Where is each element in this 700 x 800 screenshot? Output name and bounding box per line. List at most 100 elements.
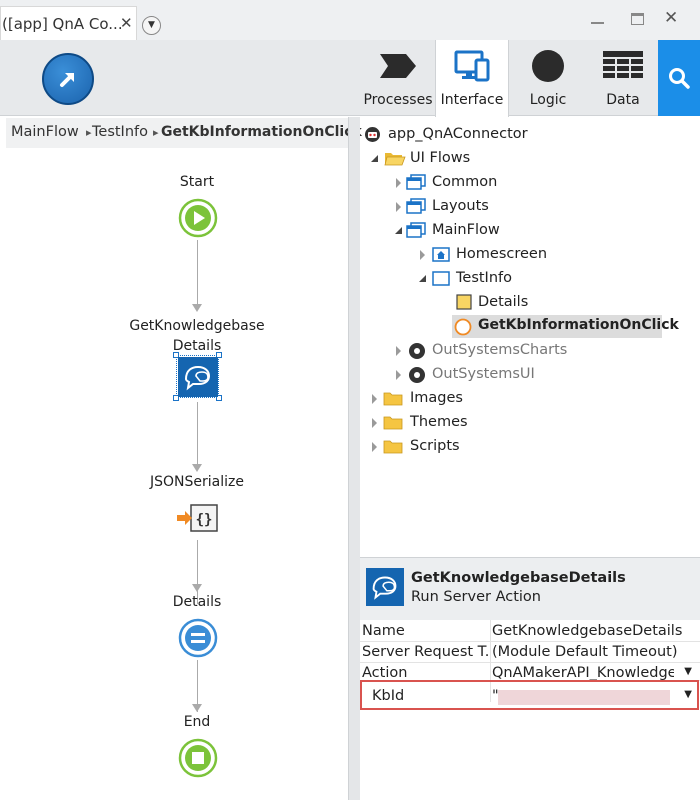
- local-variable-icon: [456, 294, 472, 310]
- properties-panel: GetKnowledgebaseDetails Run Server Actio…: [360, 557, 700, 800]
- start-node-icon[interactable]: [178, 198, 218, 238]
- tree-item-label: Images: [410, 390, 463, 406]
- tree-item-label: MainFlow: [432, 222, 500, 238]
- ui-flow-icon: [406, 174, 426, 190]
- tab-data[interactable]: Data: [587, 40, 659, 116]
- tree-item-label: TestInfo: [456, 270, 512, 286]
- tree-item-label: Scripts: [410, 438, 460, 454]
- tab-logic-label: Logic: [529, 92, 567, 108]
- breadcrumb: MainFlow ▸ TestInfo ▸ GetKbInformationOn…: [6, 118, 362, 148]
- expanded-arrow-icon[interactable]: [370, 154, 379, 163]
- tab-logic[interactable]: Logic: [512, 40, 584, 116]
- tab-interface[interactable]: Interface: [435, 40, 509, 117]
- folder-icon: [383, 416, 403, 430]
- tab-processes-label: Processes: [363, 92, 433, 108]
- end-node-icon[interactable]: [178, 738, 218, 778]
- assign-node-icon[interactable]: [178, 618, 218, 658]
- properties-header: GetKnowledgebaseDetails Run Server Actio…: [360, 558, 700, 620]
- property-key: Name: [362, 623, 405, 639]
- connector-arrow: [192, 584, 202, 592]
- server-action-node-label-line2: Details: [172, 338, 222, 354]
- properties-title: GetKnowledgebaseDetails: [411, 570, 626, 586]
- tree-item-label: GetKbInformationOnClick: [478, 317, 679, 333]
- tree-item-label: UI Flows: [410, 150, 471, 166]
- ui-flow-icon: [406, 198, 426, 214]
- properties-subtitle: Run Server Action: [411, 589, 541, 605]
- svg-text:{}: {}: [196, 512, 213, 528]
- server-action-node-icon[interactable]: [178, 357, 218, 397]
- connector-line: [197, 402, 198, 464]
- module-icon: [365, 127, 380, 142]
- breadcrumb-separator: ▸: [153, 126, 159, 139]
- screen-icon: [432, 271, 450, 286]
- tree-item-label: Homescreen: [456, 246, 548, 262]
- client-action-icon: [454, 318, 472, 336]
- server-action-node-label-line1: GetKnowledgebase: [129, 318, 265, 334]
- highlight-box: [360, 680, 699, 710]
- tab-data-label: Data: [606, 92, 640, 108]
- interface-icon: [454, 50, 490, 82]
- ui-flow-icon: [406, 222, 426, 238]
- home-screen-icon: [432, 247, 450, 262]
- connector-arrow: [192, 464, 202, 472]
- close-icon[interactable]: ✕: [120, 14, 133, 32]
- window-close-icon[interactable]: ✕: [664, 8, 678, 28]
- start-node-label: Start: [179, 174, 215, 190]
- outsystems-logo-button[interactable]: [42, 53, 94, 105]
- connector-arrow: [192, 304, 202, 312]
- module-dependency-icon: [409, 343, 425, 359]
- folder-open-icon: [384, 153, 406, 166]
- document-tab[interactable]: ([app] QnA Co... ✕: [0, 6, 137, 40]
- property-row-server-request-timeout[interactable]: Server Request T... (Module Default Time…: [360, 642, 700, 663]
- breadcrumb-testinfo[interactable]: TestInfo: [92, 124, 148, 140]
- server-action-icon: [366, 568, 404, 606]
- collapsed-arrow-icon[interactable]: [372, 418, 377, 428]
- panel-splitter[interactable]: [348, 117, 360, 800]
- property-row-name[interactable]: Name GetKnowledgebaseDetails: [360, 621, 700, 642]
- json-serialize-node-icon[interactable]: {}: [176, 503, 220, 533]
- breadcrumb-current: GetKbInformationOnClick: [161, 124, 362, 140]
- tree-item-label: Themes: [410, 414, 468, 430]
- search-icon: [669, 68, 690, 89]
- breadcrumb-mainflow[interactable]: MainFlow: [11, 124, 79, 140]
- module-dependency-icon: [409, 367, 425, 383]
- breadcrumb-separator: ▸: [86, 126, 92, 139]
- tree-item-label: Layouts: [432, 198, 489, 214]
- tab-interface-label: Interface: [440, 92, 504, 108]
- assign-node-label: Details: [172, 594, 222, 610]
- processes-icon: [380, 54, 416, 78]
- folder-icon: [383, 440, 403, 454]
- collapsed-arrow-icon[interactable]: [396, 178, 401, 188]
- property-row-action[interactable]: Action QnAMakerAPI_Knowledget ▼: [360, 663, 700, 681]
- property-value[interactable]: QnAMakerAPI_Knowledget: [492, 665, 674, 680]
- collapsed-arrow-icon[interactable]: [372, 442, 377, 452]
- tab-list-dropdown[interactable]: ▼: [142, 16, 161, 35]
- collapsed-arrow-icon[interactable]: [396, 370, 401, 380]
- tree-item-label: OutSystemsCharts: [432, 342, 568, 358]
- document-tab-bar: ([app] QnA Co... ✕ ▼ ✕: [0, 0, 700, 40]
- expanded-arrow-icon[interactable]: [418, 274, 427, 283]
- data-icon: [603, 51, 643, 78]
- tab-processes[interactable]: Processes: [362, 40, 434, 116]
- tree-item-label: Common: [432, 174, 498, 190]
- logic-icon: [532, 50, 564, 82]
- collapsed-arrow-icon[interactable]: [420, 250, 425, 260]
- main-toolbar: Processes Interface Logic Data: [0, 40, 700, 117]
- tree-item-getkbinformationonclick[interactable]: GetKbInformationOnClick: [452, 315, 679, 338]
- tree-item-label: OutSystemsUI: [432, 366, 535, 382]
- collapsed-arrow-icon[interactable]: [396, 346, 401, 356]
- property-value[interactable]: (Module Default Timeout): [492, 644, 688, 660]
- property-value[interactable]: GetKnowledgebaseDetails: [492, 623, 688, 639]
- collapsed-arrow-icon[interactable]: [372, 394, 377, 404]
- search-button[interactable]: [658, 40, 700, 116]
- tree-root-label: app_QnAConnector: [388, 126, 528, 142]
- maximize-icon[interactable]: [631, 13, 644, 25]
- minimize-icon[interactable]: [591, 22, 604, 24]
- expanded-arrow-icon[interactable]: [394, 226, 403, 235]
- document-tab-title: ([app] QnA Co...: [2, 15, 123, 33]
- chevron-down-icon[interactable]: ▼: [684, 666, 692, 677]
- json-serialize-node-label: JSONSerialize: [150, 474, 244, 490]
- connector-arrow: [192, 704, 202, 712]
- collapsed-arrow-icon[interactable]: [396, 202, 401, 212]
- end-node-label: End: [183, 714, 211, 730]
